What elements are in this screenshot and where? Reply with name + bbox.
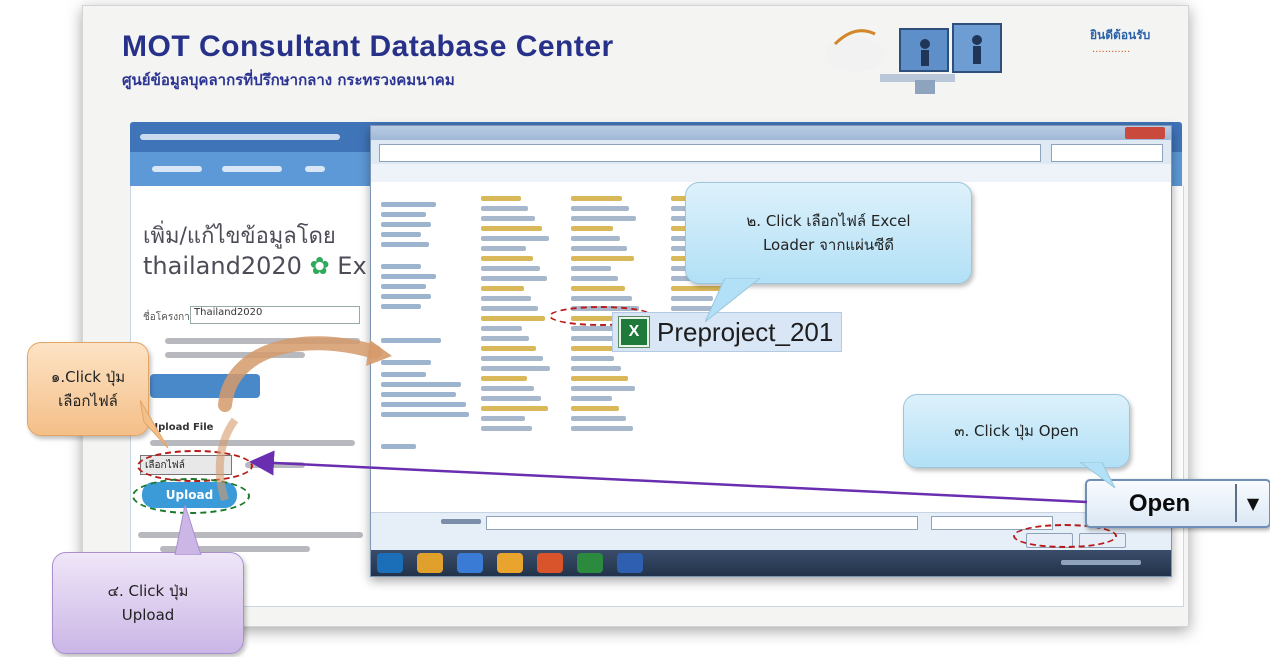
callout-step2: ๒. Click เลือกไฟล์ Excel Loader จากแผ่นซ… (685, 182, 972, 284)
arrow-to-choose-file (249, 450, 1088, 504)
callout-step2-tail (705, 278, 761, 323)
callout-step1-tail (140, 400, 169, 449)
curved-arrow-to-dialog (218, 336, 382, 412)
callout-step3-tail (1080, 462, 1116, 489)
curved-arrow-down (215, 417, 239, 502)
callout-step1: ๑.Click ปุ่ม เลือกไฟล์ (27, 342, 149, 436)
callout-step4: ๔. Click ปุ่ม Upload (52, 552, 244, 654)
callout-step3: ๓. Click ปุ่ม Open (903, 394, 1130, 468)
callout-step4-tail (174, 505, 202, 555)
